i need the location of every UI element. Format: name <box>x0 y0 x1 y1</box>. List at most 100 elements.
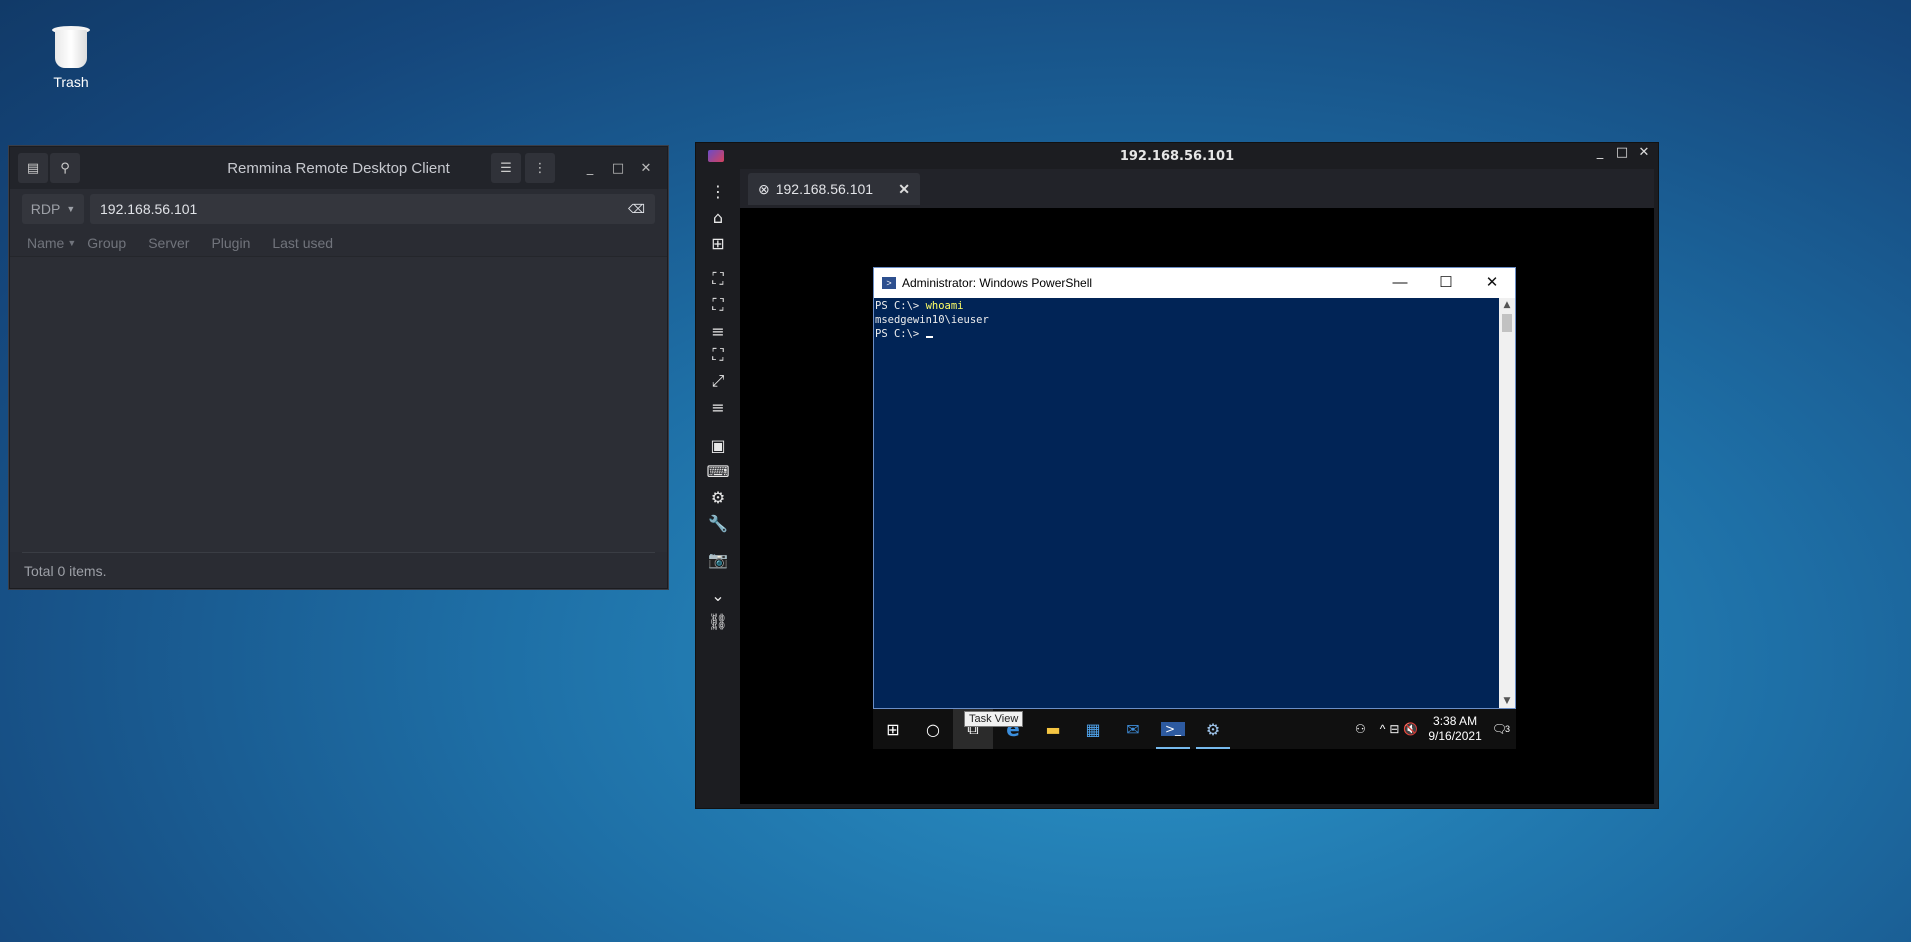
ps-maximize-button[interactable]: ☐ <box>1423 268 1469 298</box>
new-tab-icon[interactable]: ⊞ <box>704 231 732 255</box>
ps-close-button[interactable]: ✕ <box>1469 268 1515 298</box>
text-cursor <box>925 336 933 338</box>
powershell-taskbar-icon: >_ <box>1160 722 1186 736</box>
home-icon[interactable]: ⌂ <box>704 205 732 229</box>
keyboard-icon[interactable]: ⌨ <box>704 459 732 483</box>
viewer-maximize-button[interactable]: □ <box>1614 145 1630 160</box>
protocol-dropdown[interactable]: RDP ▼ <box>22 194 84 224</box>
task-view-tooltip: Task View <box>964 711 1024 727</box>
connection-list[interactable] <box>10 257 667 552</box>
minimize-button[interactable]: _ <box>577 153 603 183</box>
console-line: msedgewin10\ieuser <box>875 314 989 326</box>
remote-viewer-window: 192.168.56.101 _ □ ✕ ⋮ ⌂ ⊞ ⛶ ⛶ ≡ ⛶ ⤢ ≡ ▣… <box>695 142 1659 809</box>
maximize-button[interactable]: □ <box>605 153 631 183</box>
scroll-up-icon[interactable]: ▲ <box>1499 300 1515 310</box>
mail-taskbar-button[interactable]: ✉ <box>1113 709 1153 749</box>
viewer-tabbar: ⊗ 192.168.56.101 ✕ <box>740 169 1654 209</box>
taskbar-clock[interactable]: 3:38 AM 9/16/2021 <box>1422 714 1487 744</box>
fit-window-icon[interactable]: ⛶ <box>704 267 732 291</box>
windows-logo-icon: ⊞ <box>886 719 900 739</box>
tools-wrench-icon[interactable]: 🔧 <box>704 511 732 535</box>
mail-icon: ✉ <box>1126 719 1140 739</box>
clock-time: 3:38 AM <box>1433 714 1478 728</box>
show-hidden-icons-chevron-icon[interactable]: ^ <box>1380 722 1386 736</box>
minimize-chevron-down-icon[interactable]: ⌄ <box>704 583 732 607</box>
dynamic-resize-icon[interactable]: ⤢ <box>704 369 732 393</box>
column-group[interactable]: Group <box>76 235 137 251</box>
list-view-icon: ☰ <box>500 160 512 176</box>
folder-icon: ▬ <box>1045 719 1061 739</box>
network-icon[interactable]: ⊟ <box>1389 722 1399 736</box>
remote-desktop-canvas[interactable]: > Administrator: Windows PowerShell — ☐ … <box>740 209 1654 804</box>
powershell-taskbar-button[interactable]: >_ <box>1153 709 1193 749</box>
tab-label: 192.168.56.101 <box>775 181 874 197</box>
sort-desc-icon: ▼ <box>67 237 77 248</box>
remmina-headerbar: ▤ ⚲ Remmina Remote Desktop Client ☰ ⋮ _ … <box>10 147 667 189</box>
file-explorer-taskbar-button[interactable]: ▬ <box>1033 709 1073 749</box>
disconnect-icon[interactable]: ⛓ <box>704 609 732 633</box>
preferences-gears-icon[interactable]: ⚙ <box>704 485 732 509</box>
console-line: PS C:\> whoami <box>875 300 964 312</box>
clear-input-icon[interactable]: ⌫ <box>628 202 645 216</box>
powershell-title: Administrator: Windows PowerShell <box>902 276 1093 290</box>
people-icon[interactable]: ⚇ <box>1355 722 1366 736</box>
status-bar: Total 0 items. <box>22 552 655 588</box>
menu-lines-icon[interactable]: ≡ <box>704 319 732 343</box>
trash-desktop-icon[interactable]: Trash <box>40 24 102 90</box>
ps-minimize-button[interactable]: — <box>1377 268 1423 298</box>
store-bag-icon: ▦ <box>1085 719 1101 739</box>
protocol-value: RDP <box>30 201 61 217</box>
menu-kebab-icon[interactable]: ⋮ <box>704 179 732 203</box>
scale-icon[interactable]: ⛶ <box>704 343 732 367</box>
new-connection-button[interactable]: ▤ <box>18 153 48 183</box>
system-tray: ⚇ ^ ⊟ 🔇 3:38 AM 9/16/2021 🗨 3 <box>1355 714 1516 744</box>
powershell-window[interactable]: > Administrator: Windows PowerShell — ☐ … <box>873 267 1516 709</box>
clock-date: 9/16/2021 <box>1428 729 1482 743</box>
powershell-console[interactable]: PS C:\> whoami msedgewin10\ieuser PS C:\… <box>874 298 1499 708</box>
start-button[interactable]: ⊞ <box>873 709 913 749</box>
trash-label: Trash <box>53 74 89 90</box>
server-address-value: 192.168.56.101 <box>100 201 198 217</box>
viewer-minimize-button[interactable]: _ <box>1592 145 1608 160</box>
console-line: PS C:\> <box>875 327 1498 341</box>
scroll-down-icon[interactable]: ▼ <box>1499 696 1515 706</box>
quick-connect-bar: RDP ▼ 192.168.56.101 ⌫ <box>10 189 667 229</box>
powershell-titlebar[interactable]: > Administrator: Windows PowerShell — ☐ … <box>874 268 1515 298</box>
fullscreen-icon[interactable]: ⛶ <box>704 293 732 317</box>
viewer-titlebar: 192.168.56.101 _ □ ✕ <box>696 143 1658 169</box>
notification-count-badge: 3 <box>1504 724 1510 734</box>
powershell-icon: > <box>882 277 896 289</box>
connection-list-header: Name ▼ Group Server Plugin Last used <box>10 229 667 257</box>
column-plugin[interactable]: Plugin <box>200 235 261 251</box>
search-button[interactable]: ⚲ <box>50 153 80 183</box>
remmina-window: ▤ ⚲ Remmina Remote Desktop Client ☰ ⋮ _ … <box>9 146 668 589</box>
screenshot-camera-icon[interactable]: 📷 <box>704 547 732 571</box>
view-toggle-button[interactable]: ☰ <box>491 153 521 183</box>
cortana-button[interactable]: ○ <box>913 709 953 749</box>
search-icon: ⚲ <box>60 160 70 176</box>
kebab-menu-icon: ⋮ <box>533 160 547 176</box>
viewer-toolbar: ⋮ ⌂ ⊞ ⛶ ⛶ ≡ ⛶ ⤢ ≡ ▣ ⌨ ⚙ 🔧 📷 ⌄ ⛓ <box>696 169 740 808</box>
trash-icon <box>52 24 90 68</box>
column-server[interactable]: Server <box>137 235 200 251</box>
menu-lines-2-icon[interactable]: ≡ <box>704 395 732 419</box>
cortana-circle-icon: ○ <box>926 719 940 739</box>
viewer-close-button[interactable]: ✕ <box>1636 145 1652 160</box>
powershell-scrollbar[interactable]: ▲ ▼ <box>1499 298 1515 708</box>
settings-gear-icon: ⚙ <box>1205 719 1221 739</box>
store-taskbar-button[interactable]: ▦ <box>1073 709 1113 749</box>
tab-connection[interactable]: ⊗ 192.168.56.101 ✕ <box>748 173 920 205</box>
scroll-thumb[interactable] <box>1502 314 1512 332</box>
volume-muted-icon[interactable]: 🔇 <box>1403 722 1418 736</box>
settings-taskbar-button[interactable]: ⚙ <box>1193 709 1233 749</box>
chevron-down-icon: ▼ <box>66 204 76 214</box>
new-file-icon: ▤ <box>26 160 40 176</box>
switch-monitor-icon[interactable]: ▣ <box>704 433 732 457</box>
connection-status-icon: ⊗ <box>758 180 770 197</box>
tab-close-icon[interactable]: ✕ <box>898 181 910 198</box>
column-last-used[interactable]: Last used <box>261 235 344 251</box>
main-menu-button[interactable]: ⋮ <box>525 153 555 183</box>
close-button[interactable]: ✕ <box>633 153 659 183</box>
viewer-title: 192.168.56.101 <box>1119 148 1235 164</box>
server-address-input[interactable]: 192.168.56.101 ⌫ <box>90 194 655 224</box>
